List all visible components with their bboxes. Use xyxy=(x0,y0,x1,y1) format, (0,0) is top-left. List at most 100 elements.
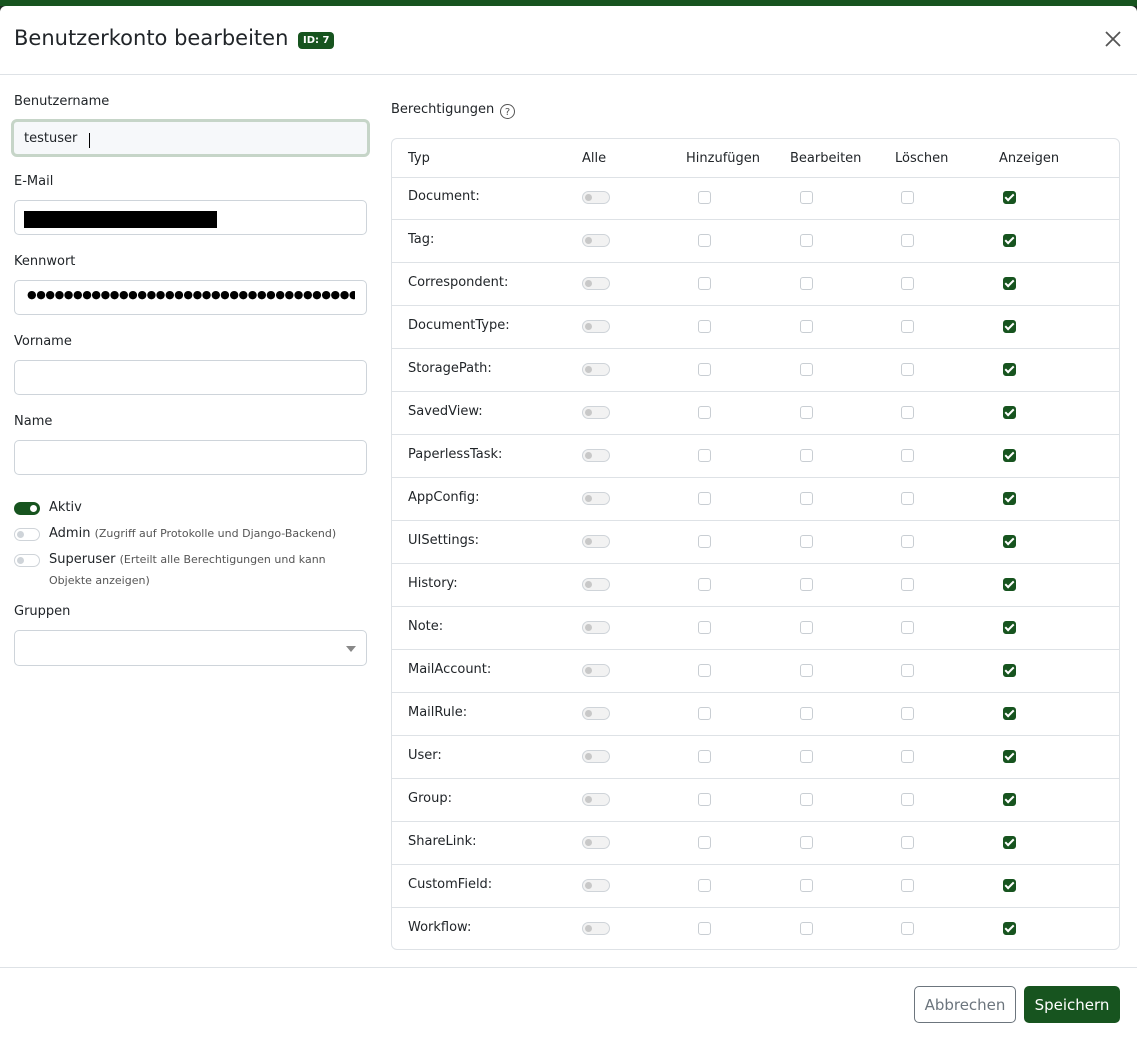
add-permission-checkbox[interactable] xyxy=(698,836,711,849)
delete-permission-checkbox[interactable] xyxy=(901,277,914,290)
view-permission-checkbox[interactable] xyxy=(1003,793,1016,806)
all-permissions-toggle[interactable] xyxy=(582,363,610,376)
delete-permission-checkbox[interactable] xyxy=(901,922,914,935)
delete-permission-checkbox[interactable] xyxy=(901,535,914,548)
email-input[interactable] xyxy=(14,200,367,235)
add-permission-checkbox[interactable] xyxy=(698,922,711,935)
superuser-toggle[interactable] xyxy=(14,554,40,567)
add-permission-checkbox[interactable] xyxy=(698,664,711,677)
all-permissions-toggle[interactable] xyxy=(582,234,610,247)
view-permission-checkbox[interactable] xyxy=(1003,922,1016,935)
view-permission-checkbox[interactable] xyxy=(1003,578,1016,591)
save-button[interactable]: Speichern xyxy=(1024,986,1120,1023)
delete-permission-checkbox[interactable] xyxy=(901,879,914,892)
all-permissions-toggle[interactable] xyxy=(582,406,610,419)
change-permission-checkbox[interactable] xyxy=(800,793,813,806)
delete-permission-checkbox[interactable] xyxy=(901,234,914,247)
all-permissions-toggle[interactable] xyxy=(582,621,610,634)
all-permissions-toggle[interactable] xyxy=(582,707,610,720)
add-permission-checkbox[interactable] xyxy=(698,320,711,333)
change-permission-checkbox[interactable] xyxy=(800,492,813,505)
all-permissions-toggle[interactable] xyxy=(582,535,610,548)
add-permission-checkbox[interactable] xyxy=(698,363,711,376)
add-permission-checkbox[interactable] xyxy=(698,578,711,591)
view-permission-checkbox[interactable] xyxy=(1003,320,1016,333)
add-permission-checkbox[interactable] xyxy=(698,406,711,419)
change-permission-checkbox[interactable] xyxy=(800,191,813,204)
cancel-button[interactable]: Abbrechen xyxy=(914,986,1016,1023)
lastname-input[interactable] xyxy=(14,440,367,475)
add-permission-checkbox[interactable] xyxy=(698,879,711,892)
view-permission-checkbox[interactable] xyxy=(1003,191,1016,204)
change-permission-checkbox[interactable] xyxy=(800,707,813,720)
active-toggle[interactable] xyxy=(14,502,40,515)
change-permission-checkbox[interactable] xyxy=(800,664,813,677)
view-permission-checkbox[interactable] xyxy=(1003,750,1016,763)
delete-permission-checkbox[interactable] xyxy=(901,836,914,849)
add-permission-checkbox[interactable] xyxy=(698,449,711,462)
view-permission-checkbox[interactable] xyxy=(1003,363,1016,376)
view-permission-checkbox[interactable] xyxy=(1003,449,1016,462)
change-permission-checkbox[interactable] xyxy=(800,750,813,763)
all-permissions-toggle[interactable] xyxy=(582,879,610,892)
change-permission-checkbox[interactable] xyxy=(800,578,813,591)
delete-permission-checkbox[interactable] xyxy=(901,793,914,806)
all-permissions-toggle[interactable] xyxy=(582,449,610,462)
view-permission-checkbox[interactable] xyxy=(1003,535,1016,548)
view-permission-checkbox[interactable] xyxy=(1003,879,1016,892)
groups-select[interactable] xyxy=(14,630,367,666)
add-permission-checkbox[interactable] xyxy=(698,191,711,204)
password-input[interactable]: ●●●●●●●●●●●●●●●●●●●●●●●●●●●●●●●●●●●●●●●● xyxy=(14,280,367,315)
delete-permission-checkbox[interactable] xyxy=(901,664,914,677)
username-input[interactable]: testuser xyxy=(11,119,370,157)
all-permissions-toggle[interactable] xyxy=(582,320,610,333)
delete-permission-checkbox[interactable] xyxy=(901,578,914,591)
all-permissions-toggle[interactable] xyxy=(582,492,610,505)
delete-permission-checkbox[interactable] xyxy=(901,449,914,462)
all-permissions-toggle[interactable] xyxy=(582,664,610,677)
view-permission-checkbox[interactable] xyxy=(1003,621,1016,634)
change-permission-checkbox[interactable] xyxy=(800,234,813,247)
delete-permission-checkbox[interactable] xyxy=(901,707,914,720)
change-permission-checkbox[interactable] xyxy=(800,277,813,290)
change-permission-checkbox[interactable] xyxy=(800,879,813,892)
add-permission-checkbox[interactable] xyxy=(698,621,711,634)
close-icon[interactable] xyxy=(1103,29,1123,49)
view-permission-checkbox[interactable] xyxy=(1003,234,1016,247)
all-permissions-toggle[interactable] xyxy=(582,578,610,591)
change-permission-checkbox[interactable] xyxy=(800,621,813,634)
change-permission-checkbox[interactable] xyxy=(800,320,813,333)
change-permission-checkbox[interactable] xyxy=(800,922,813,935)
chevron-down-icon[interactable] xyxy=(346,646,356,652)
all-permissions-toggle[interactable] xyxy=(582,277,610,290)
all-permissions-toggle[interactable] xyxy=(582,836,610,849)
delete-permission-checkbox[interactable] xyxy=(901,320,914,333)
view-permission-checkbox[interactable] xyxy=(1003,707,1016,720)
all-permissions-toggle[interactable] xyxy=(582,750,610,763)
change-permission-checkbox[interactable] xyxy=(800,406,813,419)
add-permission-checkbox[interactable] xyxy=(698,793,711,806)
add-permission-checkbox[interactable] xyxy=(698,750,711,763)
view-permission-checkbox[interactable] xyxy=(1003,277,1016,290)
all-permissions-toggle[interactable] xyxy=(582,191,610,204)
firstname-input[interactable] xyxy=(14,360,367,395)
add-permission-checkbox[interactable] xyxy=(698,707,711,720)
add-permission-checkbox[interactable] xyxy=(698,535,711,548)
change-permission-checkbox[interactable] xyxy=(800,836,813,849)
admin-toggle[interactable] xyxy=(14,528,40,541)
add-permission-checkbox[interactable] xyxy=(698,234,711,247)
change-permission-checkbox[interactable] xyxy=(800,449,813,462)
delete-permission-checkbox[interactable] xyxy=(901,750,914,763)
change-permission-checkbox[interactable] xyxy=(800,535,813,548)
delete-permission-checkbox[interactable] xyxy=(901,363,914,376)
view-permission-checkbox[interactable] xyxy=(1003,492,1016,505)
delete-permission-checkbox[interactable] xyxy=(901,621,914,634)
delete-permission-checkbox[interactable] xyxy=(901,492,914,505)
all-permissions-toggle[interactable] xyxy=(582,922,610,935)
delete-permission-checkbox[interactable] xyxy=(901,191,914,204)
add-permission-checkbox[interactable] xyxy=(698,492,711,505)
delete-permission-checkbox[interactable] xyxy=(901,406,914,419)
help-icon[interactable]: ? xyxy=(500,104,515,119)
change-permission-checkbox[interactable] xyxy=(800,363,813,376)
all-permissions-toggle[interactable] xyxy=(582,793,610,806)
